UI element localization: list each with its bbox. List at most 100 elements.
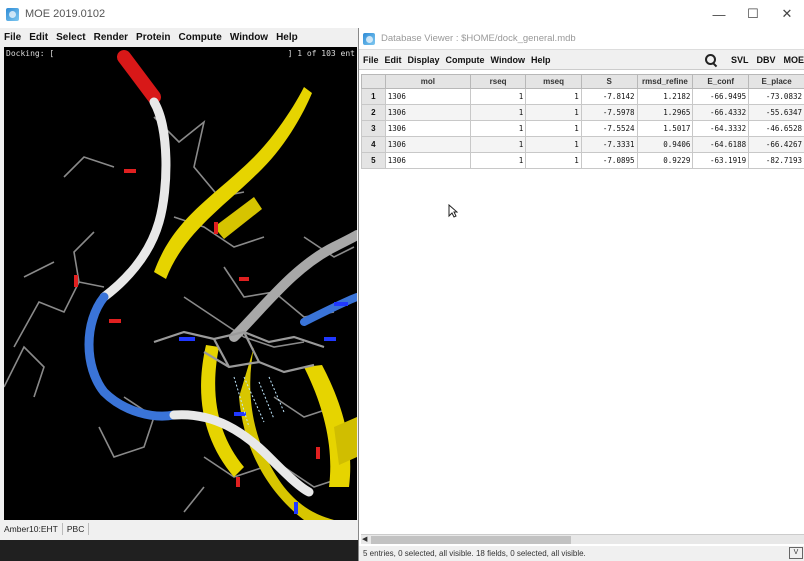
cell-e-place[interactable]: -46.6528 [748,120,804,137]
menu-protein[interactable]: Protein [136,32,170,43]
window-controls: — ☐ ✕ [702,0,804,28]
column-header-e-place[interactable]: E_place [748,74,804,89]
wireframe-sticks [4,116,355,513]
column-header-mol[interactable]: mol [384,74,471,89]
minimize-button[interactable]: — [702,0,736,28]
menu-window[interactable]: Window [230,32,268,43]
cell-e-conf[interactable]: -64.3332 [692,120,750,137]
cell-rseq[interactable]: 1 [469,120,527,137]
scroll-left-arrow-icon[interactable]: ◀ [362,535,367,543]
results-table: mol rseq mseq S rmsd_refine E_conf E_pla… [361,74,804,169]
cell-mseq[interactable]: 1 [525,136,582,153]
menu-compute[interactable]: Compute [179,32,222,43]
dbv-title: Database Viewer : $HOME/dock_general.mdb [381,33,576,44]
database-viewer-window: Database Viewer : $HOME/dock_general.mdb… [358,28,804,561]
cell-s[interactable]: -7.3331 [580,136,638,153]
maximize-button[interactable]: ☐ [736,0,770,28]
column-header-rseq[interactable]: rseq [469,74,527,89]
column-header-s[interactable]: S [580,74,638,89]
svl-button[interactable]: SVL [731,55,749,65]
table-row[interactable]: 4 1306 1 1 -7.3331 0.9406 -64.6188 -66.4… [361,136,804,153]
dbv-menu-compute[interactable]: Compute [446,55,485,65]
close-button[interactable]: ✕ [770,0,804,28]
table-row[interactable]: 5 1306 1 1 -7.0895 0.9229 -63.1919 -82.7… [361,152,804,169]
column-header-rownum[interactable] [361,74,386,89]
cell-mol[interactable]: 1306 [384,120,471,137]
dbv-menu-window[interactable]: Window [491,55,525,65]
desktop: MOE 2019.0102 — ☐ ✕ File Edit Select Ren… [0,0,804,561]
cell-e-conf[interactable]: -64.6188 [692,136,750,153]
forcefield-label[interactable]: Amber10:EHT [0,523,63,535]
cell-mol[interactable]: 1306 [384,88,471,105]
cell-e-place[interactable]: -66.4267 [748,136,804,153]
view-toggle-button[interactable]: V [789,547,803,559]
database-grid: mol rseq mseq S rmsd_refine E_conf E_pla… [361,74,804,534]
scrollbar-thumb[interactable] [371,536,571,544]
moe-titlebar: MOE 2019.0102 — ☐ ✕ [0,0,804,28]
cell-rseq[interactable]: 1 [469,88,527,105]
moe-button[interactable]: MOE [783,55,804,65]
row-number[interactable]: 2 [361,104,386,121]
search-icon[interactable] [704,54,717,66]
cell-mseq[interactable]: 1 [525,120,582,137]
cell-mseq[interactable]: 1 [525,88,582,105]
beta-sheet-ribbons [154,87,357,520]
cell-mol[interactable]: 1306 [384,152,471,169]
dbv-menu-edit[interactable]: Edit [385,55,402,65]
cell-s[interactable]: -7.5978 [580,104,638,121]
moe-menubar: File Edit Select Render Protein Compute … [0,28,360,46]
moe-statusbar: Amber10:EHT PBC [0,521,358,537]
menu-edit[interactable]: Edit [29,32,48,43]
row-number[interactable]: 3 [361,120,386,137]
molecule-viewport[interactable]: Docking: [ ] 1 of 103 ent [4,47,357,520]
cell-e-conf[interactable]: -66.4332 [692,104,750,121]
menu-render[interactable]: Render [94,32,128,43]
cell-mol[interactable]: 1306 [384,104,471,121]
dbv-menu-help[interactable]: Help [531,55,551,65]
cell-s[interactable]: -7.8142 [580,88,638,105]
column-header-rmsd-refine[interactable]: rmsd_refine [636,74,694,89]
ribbon-yellow-1 [154,87,312,279]
cell-e-conf[interactable]: -63.1919 [692,152,750,169]
cell-e-place[interactable]: -82.7193 [748,152,804,169]
cell-e-conf[interactable]: -66.9495 [692,88,750,105]
pbc-label[interactable]: PBC [63,523,90,535]
row-number[interactable]: 5 [361,152,386,169]
cell-mseq[interactable]: 1 [525,104,582,121]
cell-e-place[interactable]: -55.6347 [748,104,804,121]
cell-rseq[interactable]: 1 [469,136,527,153]
cell-rmsd-refine[interactable]: 1.2965 [636,104,694,121]
horizontal-scrollbar[interactable]: ◀ [361,534,804,544]
table-row[interactable]: 2 1306 1 1 -7.5978 1.2965 -66.4332 -55.6… [361,104,804,121]
menu-help[interactable]: Help [276,32,298,43]
molecule-render [4,50,357,520]
dbv-statusbar: 5 entries, 0 selected, all visible. 18 f… [359,546,804,561]
cell-e-place[interactable]: -73.0832 [748,88,804,105]
moe-app-icon [6,7,19,21]
dbv-menu-display[interactable]: Display [408,55,440,65]
row-number[interactable]: 4 [361,136,386,153]
cell-mseq[interactable]: 1 [525,152,582,169]
cell-rseq[interactable]: 1 [469,152,527,169]
cell-rmsd-refine[interactable]: 0.9229 [636,152,694,169]
cell-rseq[interactable]: 1 [469,104,527,121]
cell-mol[interactable]: 1306 [384,136,471,153]
row-number[interactable]: 1 [361,88,386,105]
cell-s[interactable]: -7.5524 [580,120,638,137]
table-row[interactable]: 3 1306 1 1 -7.5524 1.5017 -64.3332 -46.6… [361,120,804,137]
menu-select[interactable]: Select [56,32,85,43]
dbv-status-text: 5 entries, 0 selected, all visible. 18 f… [363,549,586,558]
table-row[interactable]: 1 1306 1 1 -7.8142 1.2182 -66.9495 -73.0… [361,88,804,105]
dbv-button[interactable]: DBV [756,55,775,65]
column-header-mseq[interactable]: mseq [525,74,582,89]
dbv-menu-file[interactable]: File [363,55,379,65]
cell-rmsd-refine[interactable]: 1.2182 [636,88,694,105]
dbv-titlebar: Database Viewer : $HOME/dock_general.mdb [359,28,804,50]
dbv-app-icon [363,32,375,45]
cell-rmsd-refine[interactable]: 1.5017 [636,120,694,137]
entry-counter: ] 1 of 103 ent [287,49,355,58]
cell-rmsd-refine[interactable]: 0.9406 [636,136,694,153]
cell-s[interactable]: -7.0895 [580,152,638,169]
menu-file[interactable]: File [4,32,21,43]
column-header-e-conf[interactable]: E_conf [692,74,750,89]
